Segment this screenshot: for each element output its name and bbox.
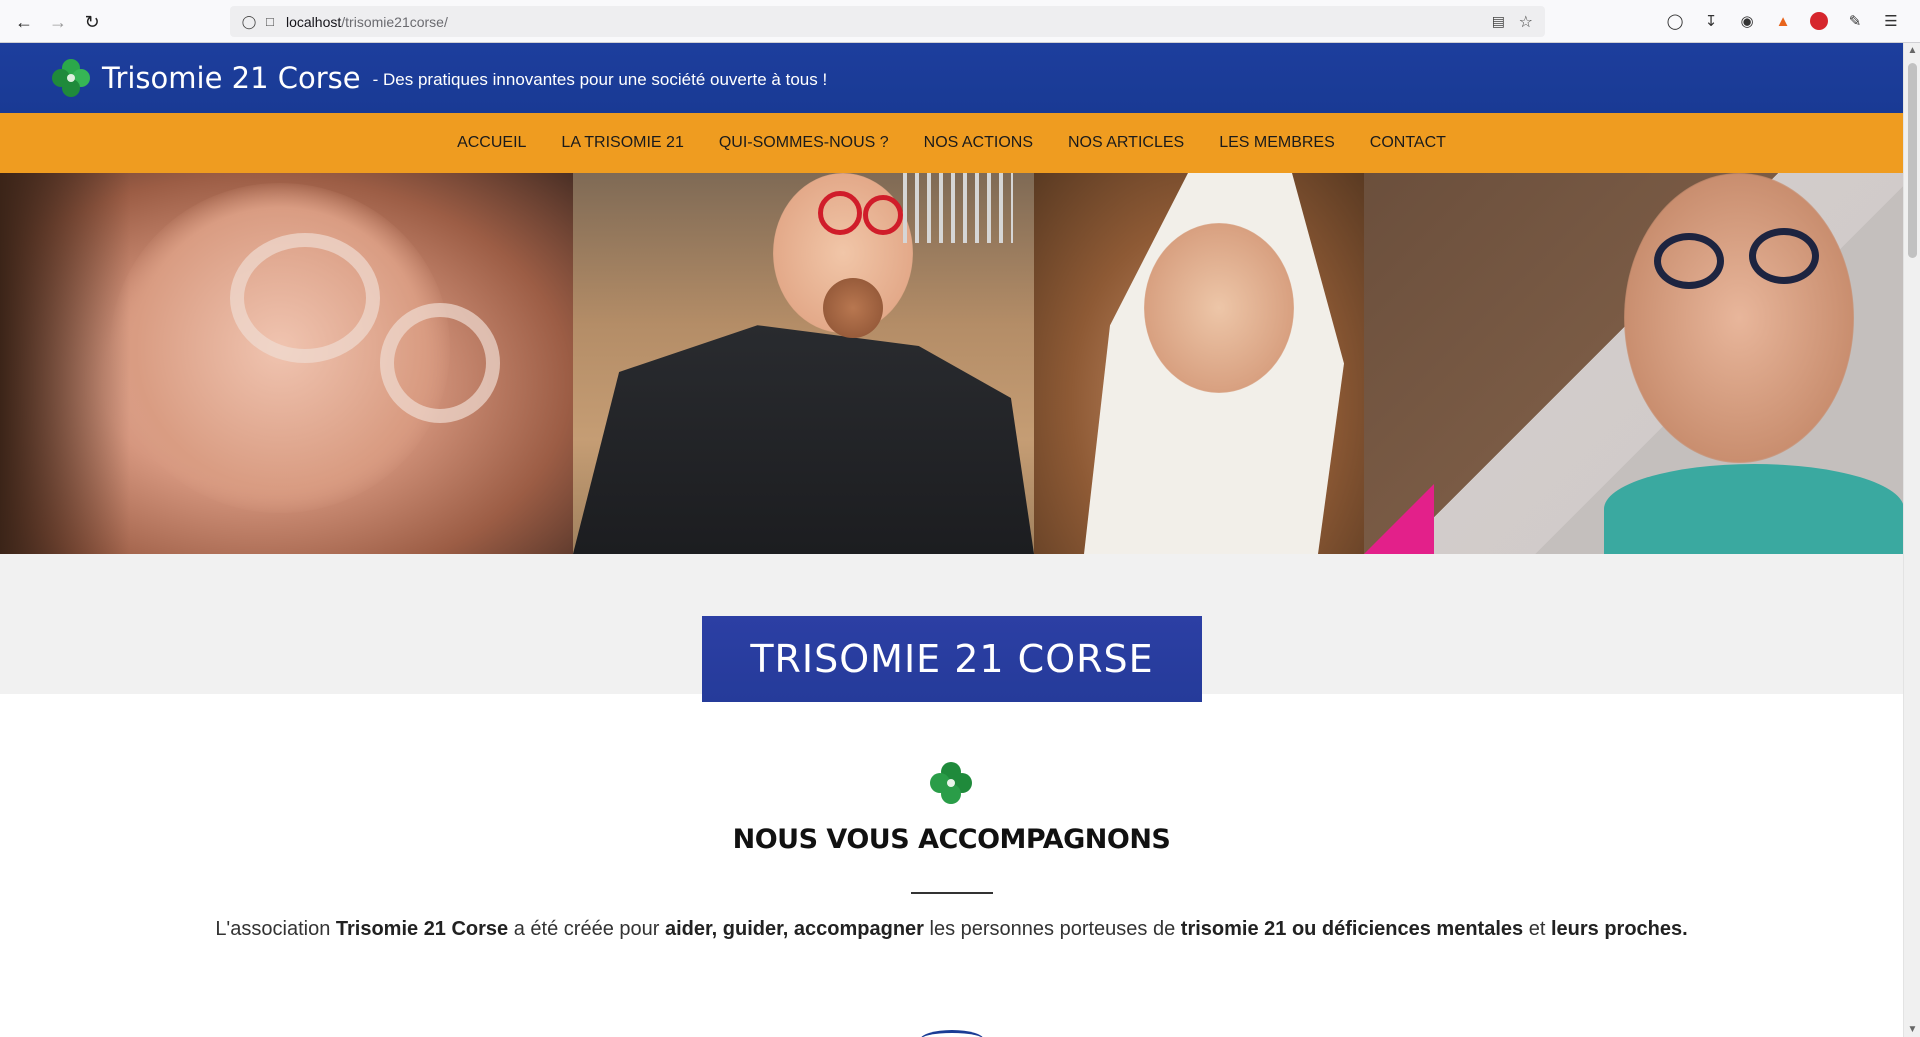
intro-text-3: les personnes porteuses de [923, 918, 1181, 940]
intro-bold-2: aider, guider, accompagner [664, 918, 924, 940]
menu-item-les-membres[interactable]: LES MEMBRES [1202, 134, 1353, 152]
intro-text-4: et [1523, 918, 1551, 940]
next-section-peek [920, 1030, 984, 1037]
reader-view-icon[interactable]: ▤ [1492, 13, 1505, 30]
address-bar[interactable]: ◯ □ localhost/trisomie21corse/ ▤ ☆ [230, 6, 1545, 37]
intro-section: NOUS VOUS ACCOMPAGNONS L'association Tri… [0, 694, 1903, 1037]
page-scrollbar[interactable]: ▲ ▼ [1903, 43, 1920, 1037]
clover-icon [928, 760, 974, 806]
url-path: /trisomie21corse/ [341, 13, 448, 30]
section-title: NOUS VOUS ACCOMPAGNONS [732, 824, 1171, 855]
menu-item-nos-actions[interactable]: NOS ACTIONS [906, 134, 1050, 152]
browser-toolbar: ← → ↻ ◯ □ localhost/trisomie21corse/ ▤ ☆… [0, 0, 1920, 43]
intro-bold-1: Trisomie 21 Corse [335, 918, 509, 940]
menu-item-contact[interactable]: CONTACT [1352, 134, 1463, 152]
download-icon[interactable]: ↧ [1698, 8, 1724, 34]
scroll-down-icon[interactable]: ▼ [1907, 1024, 1918, 1035]
main-menu: ACCUEIL LA TRISOMIE 21 QUI-SOMMES-NOUS ?… [0, 113, 1903, 173]
intro-bold-4: leurs proches. [1550, 918, 1688, 940]
forward-icon[interactable]: → [44, 8, 72, 36]
menu-item-accueil[interactable]: ACCUEIL [440, 134, 544, 152]
back-icon[interactable]: ← [10, 8, 38, 36]
site-tagline: - Des pratiques innovantes pour une soci… [372, 70, 828, 89]
menu-item-qui-sommes-nous[interactable]: QUI-SOMMES-NOUS ? [701, 134, 906, 152]
intro-text-2: a été créée pour [508, 918, 665, 940]
divider [911, 892, 993, 894]
hero-photo-toddler-hood [1034, 173, 1364, 554]
hero-photo-boy-medal [573, 173, 1034, 554]
menu-item-la-trisomie-21[interactable]: LA TRISOMIE 21 [544, 134, 701, 152]
shield-icon[interactable]: ◯ [240, 14, 258, 30]
hero-banner [0, 173, 1903, 554]
site-brand[interactable]: Trisomie 21 Corse [102, 61, 361, 95]
hero-photo-boy-smiling [1364, 173, 1903, 554]
banner-title: TRISOMIE 21 CORSE [702, 616, 1202, 702]
extension-fox-icon[interactable]: ▲ [1770, 8, 1796, 34]
bookmark-star-icon[interactable]: ☆ [1519, 12, 1533, 32]
hero-photo-girl-glasses [0, 173, 573, 554]
menu-icon[interactable]: ☰ [1878, 8, 1904, 34]
intro-bold-3: trisomie 21 ou déficiences mentales [1180, 918, 1524, 940]
page-icon: □ [266, 14, 274, 29]
clover-logo-icon[interactable] [50, 57, 92, 99]
extensions-icon[interactable]: ✎ [1842, 8, 1868, 34]
account-icon[interactable]: ◉ [1734, 8, 1760, 34]
scroll-thumb[interactable] [1908, 63, 1917, 258]
intro-text-1: L'association [215, 918, 336, 940]
site-header: Trisomie 21 Corse - Des pratiques innova… [0, 43, 1903, 113]
intro-paragraph: L'association Trisomie 21 Corse a été cr… [0, 918, 1903, 941]
url-host: localhost [286, 13, 342, 30]
web-page: Trisomie 21 Corse - Des pratiques innova… [0, 43, 1903, 1037]
reload-icon[interactable]: ↻ [78, 8, 106, 36]
pocket-icon[interactable]: ◯ [1662, 8, 1688, 34]
scroll-up-icon[interactable]: ▲ [1907, 45, 1918, 56]
adblock-icon[interactable] [1806, 8, 1832, 34]
title-band: TRISOMIE 21 CORSE [0, 554, 1903, 702]
menu-item-nos-articles[interactable]: NOS ARTICLES [1051, 134, 1202, 152]
